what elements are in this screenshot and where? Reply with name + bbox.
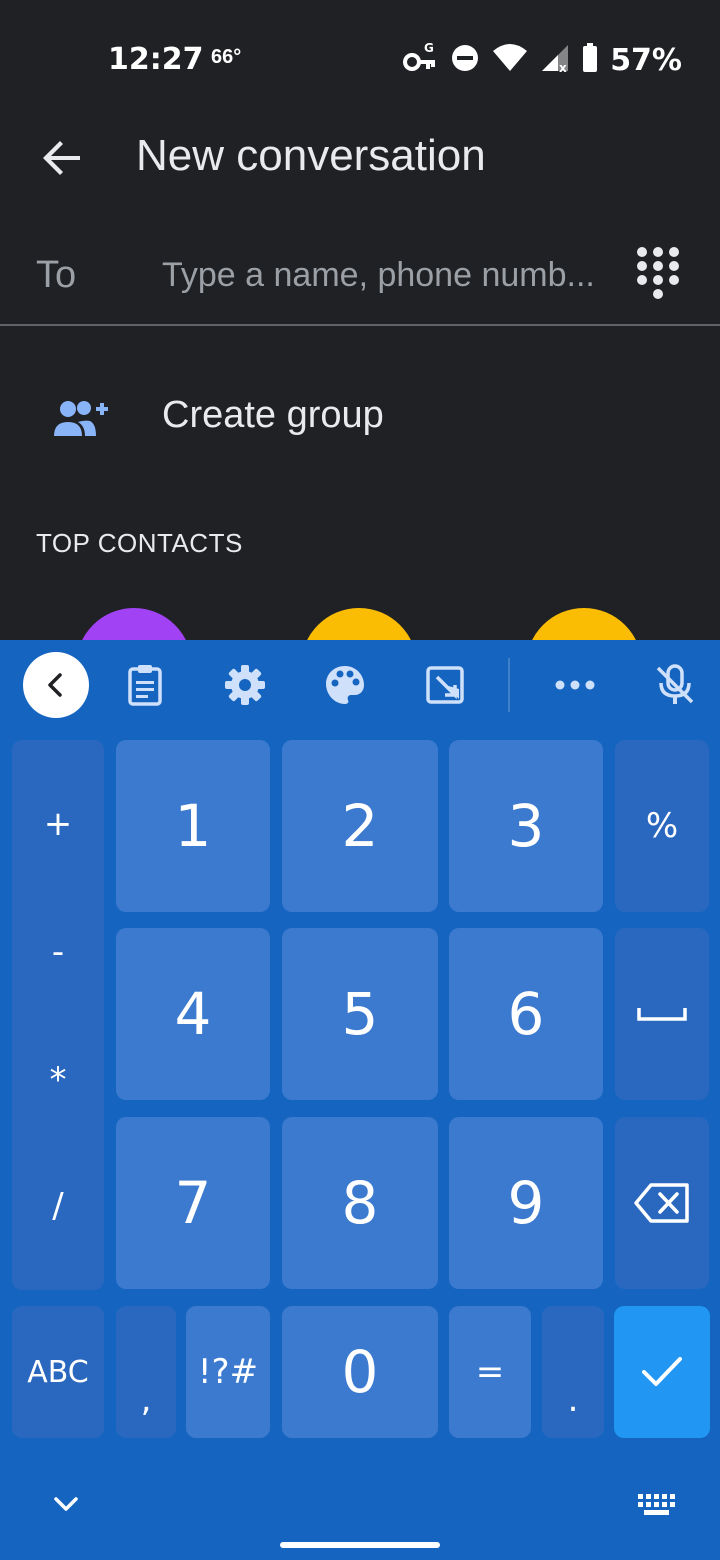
symbols-column: + - * / [12,740,104,1290]
page-title: New conversation [136,131,486,180]
abc-key[interactable]: ABC [12,1306,104,1438]
app-bar: New conversation [0,110,720,200]
recipient-row: To [0,228,720,326]
minus-key[interactable]: - [12,932,104,972]
status-icons: G x 57% [402,38,682,82]
svg-text:G: G [424,41,434,55]
key-0[interactable]: 0 [282,1306,438,1438]
theme-button[interactable] [318,658,372,712]
equals-key[interactable]: = [449,1306,531,1438]
key-4[interactable]: 4 [116,928,270,1100]
battery-percentage: 57% [610,42,682,78]
chevron-left-icon [48,673,62,697]
more-options-button[interactable] [548,658,602,712]
dialpad-button[interactable] [630,244,686,304]
back-button[interactable] [34,130,90,186]
cellular-signal-icon: x [540,43,570,78]
arrow-back-icon [43,141,80,175]
do-not-disturb-icon [450,43,480,78]
comma-key[interactable]: , [116,1306,176,1438]
to-label: To [36,254,77,296]
top-contacts-header: TOP CONTACTS [36,528,243,558]
recipient-input[interactable] [162,250,612,300]
clipboard-icon [128,665,162,706]
period-key[interactable]: . [542,1306,604,1438]
symbols-key[interactable]: !?# [186,1306,270,1438]
switch-keyboard-button[interactable] [632,1490,680,1520]
plus-key[interactable]: + [12,804,104,844]
palette-icon [326,666,364,704]
key-1[interactable]: 1 [116,740,270,912]
backspace-key[interactable] [615,1117,709,1289]
battery-icon [582,42,598,78]
keyboard-toolbar [0,640,720,730]
vpn-key-icon: G [402,40,438,81]
key-2[interactable]: 2 [282,740,438,912]
key-5[interactable]: 5 [282,928,438,1100]
mic-off-icon [656,664,694,704]
key-6[interactable]: 6 [449,928,603,1100]
home-indicator[interactable] [280,1542,440,1548]
backspace-icon [634,1183,689,1223]
key-9[interactable]: 9 [449,1117,603,1289]
wifi-icon [492,43,528,78]
svg-text:x: x [559,61,567,73]
dialpad-icon [637,247,679,299]
enter-key[interactable] [614,1306,710,1438]
resize-button[interactable] [418,658,472,712]
create-group-label: Create group [162,394,384,436]
group-add-icon [54,401,108,436]
status-bar: 12:27 66° G x 57% [0,0,720,110]
status-time: 12:27 [108,42,204,77]
settings-button[interactable] [218,658,272,712]
key-3[interactable]: 3 [449,740,603,912]
divide-key[interactable]: / [12,1186,104,1226]
status-temperature: 66° [211,46,242,68]
chevron-down-icon [54,1497,78,1511]
space-bar-icon [637,1008,687,1021]
percent-key[interactable]: % [615,740,709,912]
resize-icon [426,666,464,704]
clipboard-button[interactable] [118,658,172,712]
key-7[interactable]: 7 [116,1117,270,1289]
more-horiz-icon [555,680,595,690]
check-icon [642,1357,682,1386]
keyboard-icon [638,1494,675,1515]
multiply-key[interactable]: * [12,1060,104,1100]
space-key[interactable] [615,928,709,1100]
voice-input-button[interactable] [648,658,702,712]
toolbar-divider [508,658,510,712]
hide-keyboard-button[interactable] [44,1488,88,1520]
toolbar-collapse-button[interactable] [23,652,89,718]
create-group-item[interactable]: Create group [0,370,720,466]
key-8[interactable]: 8 [282,1117,438,1289]
gear-icon [225,665,265,705]
